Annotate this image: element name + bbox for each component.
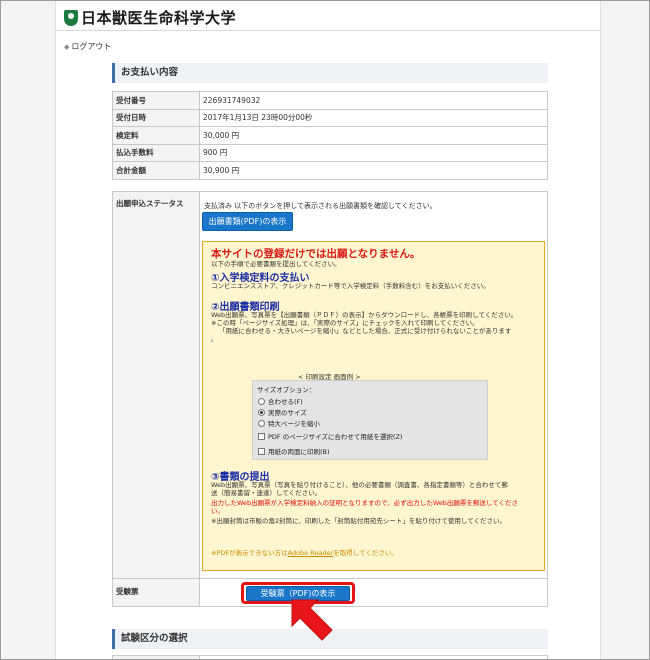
radio-icon: [258, 419, 265, 427]
option-fit-label: 合わせる(F): [268, 398, 303, 406]
row-label: 払込手数料: [112, 143, 200, 162]
step2-line4: 。: [211, 335, 218, 343]
row-label: 受付日時: [112, 108, 200, 127]
table-row: 払込手数料 900 円: [112, 143, 548, 162]
option-pdf-paper: PDF のページサイズに合わせて用紙を選択(Z): [258, 431, 402, 441]
pdf-note: ※PDFが表示できない方はAdobe Readerを取得してください。: [211, 549, 398, 557]
payment-section-title: お支払い内容: [112, 63, 548, 83]
row-label: 検定料: [112, 126, 200, 145]
table-row: 受付日時 2017年1月13日 23時00分00秒: [112, 108, 548, 127]
option-actual-size: 実際のサイズ: [258, 407, 307, 417]
row-label: 受付番号: [112, 91, 200, 110]
diamond-icon: ◆: [64, 43, 70, 51]
step3-warning-line2: い。: [211, 507, 224, 515]
option-fit: 合わせる(F): [258, 396, 303, 406]
crest-icon: [64, 9, 78, 26]
ticket-label: 受験票: [116, 587, 139, 596]
option-shrink: 特大ページを縮小: [258, 418, 320, 428]
row-value: 2017年1月13日 23時00分00秒: [199, 108, 548, 127]
notice-box: 本サイトの登録だけでは出願となりません。 以下の手順で必要書類を提出してください…: [202, 241, 545, 571]
step2-line3: 「用紙に合わせる・大きいページを縮小」などとした場合、正式に受け付けられないこと…: [219, 327, 512, 335]
size-options-label: サイズオプション：: [257, 384, 315, 394]
checkbox-icon: [258, 447, 265, 455]
notice-title: 本サイトの登録だけでは出願となりません。: [211, 248, 421, 260]
row-value: 900 円: [199, 143, 548, 162]
university-logo[interactable]: 日本獣医生命科学大学: [64, 7, 236, 28]
row-value: 30,900 円: [199, 161, 548, 180]
pdf-note-prefix: ※PDFが表示できない方は: [211, 549, 288, 557]
option-pdf-paper-label: PDF のページサイズに合わせて用紙を選択(Z): [268, 433, 403, 441]
pdf-note-suffix: を取得してください。: [333, 549, 398, 557]
payment-table: 受付番号 226931749032 受付日時 2017年1月13日 23時00分00…: [112, 91, 548, 180]
logout-link[interactable]: ◆ ログアウト: [64, 41, 111, 52]
header-divider: [56, 30, 600, 31]
option-duplex-label: 用紙の両面に印刷(B): [268, 448, 330, 456]
option-duplex: 用紙の両面に印刷(B): [258, 446, 330, 456]
adobe-reader-link[interactable]: Adobe Reader: [288, 549, 334, 557]
option-shrink-label: 特大ページを縮小: [268, 420, 320, 428]
row-value: 226931749032: [199, 91, 548, 110]
checkbox-icon: [258, 432, 265, 440]
exam-label-cell: [113, 656, 200, 659]
status-text: 支払済み 以下のボタンを押して表示される出願書類を確認してください。: [204, 202, 437, 210]
browser-frame: 日本獣医生命科学大学 ◆ ログアウト お支払い内容 受付番号 22693174903…: [0, 0, 650, 660]
step2-line2: ※この時「ページサイズ処理」は、「実際のサイズ」にチェックを入れて印刷してくださ…: [211, 319, 479, 327]
step1-text: コンビニエンスストア、クレジットカード等で入学検定料（手数料含む）をお支払いくだ…: [211, 282, 490, 290]
application-pdf-button[interactable]: 出願書類(PDF)の表示: [202, 212, 293, 231]
status-label: 出願申込ステータス: [116, 199, 184, 208]
step3-warning-line1: 出力したWeb出願票が入学検定料納入の証明となりますので、必ず出力したWeb出願…: [211, 499, 518, 507]
red-arrow-icon: [291, 599, 333, 641]
status-row: 出願申込ステータス 支払済み 以下のボタンを押して表示される出願書類を確認してく…: [112, 191, 548, 579]
logout-label: ログアウト: [71, 42, 112, 51]
step3-line1: Web出願票、写真票（写真を貼り付けること）、他の必要書類（調査書、各指定書類等…: [211, 481, 508, 489]
status-label-cell: 出願申込ステータス: [113, 192, 200, 578]
radio-icon: [258, 397, 265, 405]
table-row: 合計金額 30,900 円: [112, 161, 548, 180]
table-row: 検定料 30,000 円: [112, 126, 548, 145]
step2-line1: Web出願票、写真票を【出願書類（ＰＤＦ）の表示】からダウンロードし、各帳票を印…: [211, 311, 518, 319]
notice-intro: 以下の手順で必要書類を提出してください。: [211, 260, 341, 268]
logo-text: 日本獣医生命科学大学: [81, 9, 237, 27]
ticket-label-cell: 受験票: [113, 579, 200, 606]
radio-selected-icon: [258, 408, 265, 416]
step3-line3: ※出願封筒は市販の角2封筒に、印刷した「封筒貼付用宛先シート」を貼り付けて使用し…: [211, 517, 506, 525]
step3-line2: 送（簡易書留・速達）してください。: [211, 489, 322, 497]
page-container: 日本獣医生命科学大学 ◆ ログアウト お支払い内容 受付番号 22693174903…: [55, 1, 601, 659]
row-label: 合計金額: [112, 161, 200, 180]
exam-table-top: [112, 655, 548, 659]
table-row: 受付番号 226931749032: [112, 91, 548, 110]
option-actual-label: 実際のサイズ: [268, 409, 307, 417]
print-settings-example: サイズオプション： 合わせる(F) 実際のサイズ 特大ページを縮小 PDF のペ…: [252, 380, 488, 460]
size-options-text: サイズオプション：: [257, 386, 316, 394]
row-value: 30,000 円: [199, 126, 548, 145]
